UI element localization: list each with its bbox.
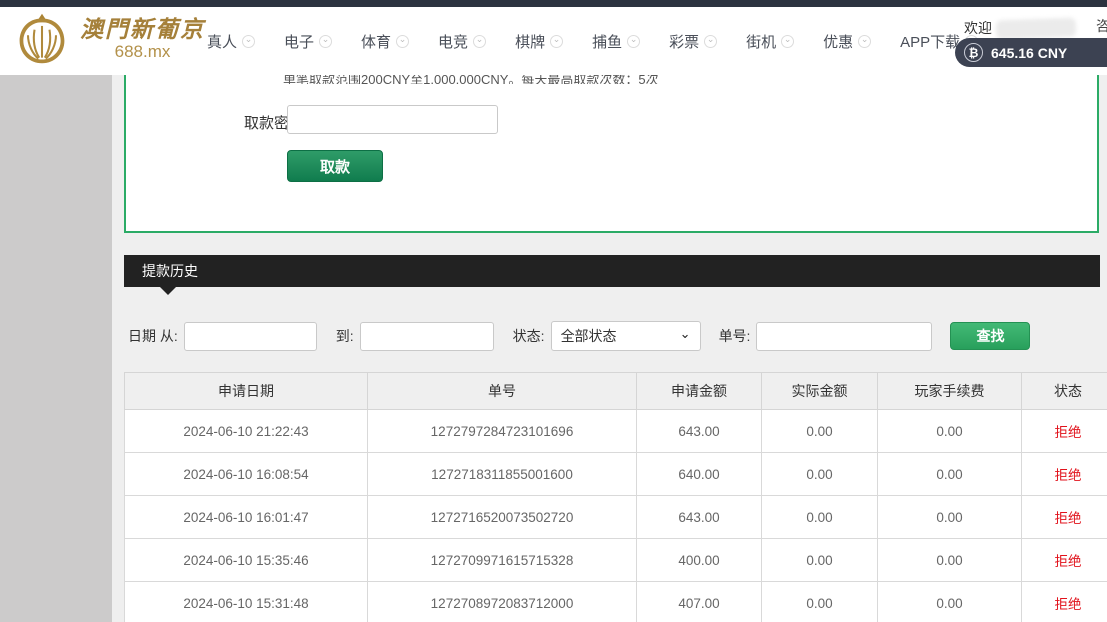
- cell-amount: 643.00: [637, 410, 762, 453]
- chevron-down-icon: ⌄: [319, 35, 332, 48]
- cell-order: 1272716520073502720: [368, 496, 637, 539]
- table-row: 2024-06-10 16:01:47 1272716520073502720 …: [125, 496, 1107, 539]
- withdraw-history-table: 申请日期 单号 申请金额 实际金额 玩家手续费 状态 2024-06-10 21…: [124, 372, 1107, 622]
- cell-order: 1272708972083712000: [368, 582, 637, 622]
- col-status: 状态: [1022, 373, 1107, 410]
- nav-item-chess[interactable]: 棋牌 ⌄: [515, 31, 563, 52]
- status-badge: 拒绝: [1022, 539, 1107, 582]
- withdraw-limit-note: 单笔取款范围200CNY至1,000,000CNY。每天最高取款次数：5次: [283, 75, 923, 84]
- status-badge: 拒绝: [1022, 453, 1107, 496]
- cell-actual: 0.00: [762, 582, 878, 622]
- welcome-text: 欢迎: [964, 18, 1076, 38]
- nav-item-slots[interactable]: 电子 ⌄: [284, 31, 332, 52]
- chevron-down-icon: ⌄: [680, 326, 691, 342]
- cell-order: 1272709971615715328: [368, 539, 637, 582]
- nav-item-fishing[interactable]: 捕鱼 ⌄: [592, 31, 640, 52]
- chevron-down-icon: ⌄: [858, 35, 871, 48]
- cell-fee: 0.00: [878, 539, 1022, 582]
- cell-amount: 643.00: [637, 496, 762, 539]
- lotus-emblem-icon: [14, 11, 70, 67]
- nav-item-arcade[interactable]: 街机 ⌄: [746, 31, 794, 52]
- status-badge: 拒绝: [1022, 582, 1107, 622]
- nav-item-live[interactable]: 真人 ⌄: [207, 31, 255, 52]
- cell-date: 2024-06-10 21:22:43: [125, 410, 368, 453]
- customer-service-tab[interactable]: 咨: [1096, 16, 1107, 36]
- history-title: 提款历史: [142, 261, 198, 281]
- cell-order: 1272718311855001600: [368, 453, 637, 496]
- chevron-down-icon: ⌄: [704, 35, 717, 48]
- withdraw-panel: 单笔取款范围200CNY至1,000,000CNY。每天最高取款次数：5次 取款…: [124, 75, 1099, 233]
- cell-date: 2024-06-10 15:31:48: [125, 582, 368, 622]
- site-logo[interactable]: 澳門新葡京 688.mx: [14, 11, 205, 67]
- cell-amount: 407.00: [637, 582, 762, 622]
- cell-actual: 0.00: [762, 539, 878, 582]
- nav-item-esports[interactable]: 电竞 ⌄: [438, 31, 486, 52]
- withdraw-password-input[interactable]: [287, 105, 498, 134]
- date-from-label: 日期 从:: [128, 326, 178, 346]
- chevron-down-icon: ⌄: [473, 35, 486, 48]
- cell-fee: 0.00: [878, 410, 1022, 453]
- withdrawal-page: { "header": { "logo": { "title": "澳門新葡京"…: [0, 0, 1107, 622]
- history-filters: 日期 从: 到: 状态: 全部状态 ⌄ 单号: 查找: [128, 321, 1030, 351]
- top-accent-bar: [0, 0, 1107, 7]
- status-select[interactable]: 全部状态 ⌄: [551, 321, 701, 351]
- status-select-value: 全部状态: [561, 326, 617, 346]
- nav-item-sports[interactable]: 体育 ⌄: [361, 31, 409, 52]
- limit-note-clip: 单笔取款范围200CNY至1,000,000CNY。每天最高取款次数：5次: [283, 75, 923, 84]
- col-apply-amount: 申请金额: [637, 373, 762, 410]
- left-gray-strip: [0, 75, 112, 622]
- withdraw-submit-button[interactable]: 取款: [287, 150, 383, 182]
- status-badge: 拒绝: [1022, 410, 1107, 453]
- nav-item-lottery[interactable]: 彩票 ⌄: [669, 31, 717, 52]
- status-label: 状态:: [513, 326, 545, 346]
- cell-date: 2024-06-10 16:08:54: [125, 453, 368, 496]
- table-row: 2024-06-10 15:35:46 1272709971615715328 …: [125, 539, 1107, 582]
- logo-domain: 688.mx: [80, 43, 205, 61]
- chevron-down-icon: ⌄: [396, 35, 409, 48]
- date-to-input[interactable]: [360, 322, 494, 351]
- logo-text: 澳門新葡京 688.mx: [80, 17, 205, 61]
- site-header: 澳門新葡京 688.mx 真人 ⌄ 电子 ⌄ 体育 ⌄ 电竞 ⌄ 棋牌 ⌄ 捕鱼…: [0, 7, 1107, 75]
- col-order-no: 单号: [368, 373, 637, 410]
- table-row: 2024-06-10 15:31:48 1272708972083712000 …: [125, 582, 1107, 622]
- logo-title: 澳門新葡京: [80, 17, 205, 43]
- main-nav: 真人 ⌄ 电子 ⌄ 体育 ⌄ 电竞 ⌄ 棋牌 ⌄ 捕鱼 ⌄ 彩票 ⌄ 街机 ⌄: [207, 7, 1007, 75]
- date-to-label: 到:: [336, 326, 354, 346]
- balance-amount: 645.16 CNY: [991, 45, 1067, 61]
- table-row: 2024-06-10 21:22:43 1272797284723101696 …: [125, 410, 1107, 453]
- col-actual-amount: 实际金额: [762, 373, 878, 410]
- nav-item-promo[interactable]: 优惠 ⌄: [823, 31, 871, 52]
- chevron-down-icon: ⌄: [627, 35, 640, 48]
- history-title-bar: 提款历史: [124, 255, 1100, 287]
- bitcoin-icon: ₿: [964, 43, 983, 62]
- cell-amount: 400.00: [637, 539, 762, 582]
- table-header-row: 申请日期 单号 申请金额 实际金额 玩家手续费 状态: [125, 373, 1107, 410]
- cell-actual: 0.00: [762, 410, 878, 453]
- cell-order: 1272797284723101696: [368, 410, 637, 453]
- chevron-down-icon: ⌄: [242, 35, 255, 48]
- cell-fee: 0.00: [878, 496, 1022, 539]
- col-player-fee: 玩家手续费: [878, 373, 1022, 410]
- cell-fee: 0.00: [878, 453, 1022, 496]
- chevron-down-icon: ⌄: [781, 35, 794, 48]
- col-apply-date: 申请日期: [125, 373, 368, 410]
- table-row: 2024-06-10 16:08:54 1272718311855001600 …: [125, 453, 1107, 496]
- cell-date: 2024-06-10 15:35:46: [125, 539, 368, 582]
- order-no-input[interactable]: [756, 322, 932, 351]
- cell-actual: 0.00: [762, 496, 878, 539]
- order-no-label: 单号:: [719, 326, 751, 346]
- date-from-input[interactable]: [184, 322, 317, 351]
- chevron-down-icon: ⌄: [550, 35, 563, 48]
- cell-fee: 0.00: [878, 582, 1022, 622]
- pointer-triangle: [160, 287, 176, 295]
- search-button[interactable]: 查找: [950, 322, 1030, 350]
- cell-date: 2024-06-10 16:01:47: [125, 496, 368, 539]
- balance-badge[interactable]: ₿ 645.16 CNY: [955, 38, 1107, 67]
- status-badge: 拒绝: [1022, 496, 1107, 539]
- cell-amount: 640.00: [637, 453, 762, 496]
- cell-actual: 0.00: [762, 453, 878, 496]
- censored-username: [996, 17, 1077, 39]
